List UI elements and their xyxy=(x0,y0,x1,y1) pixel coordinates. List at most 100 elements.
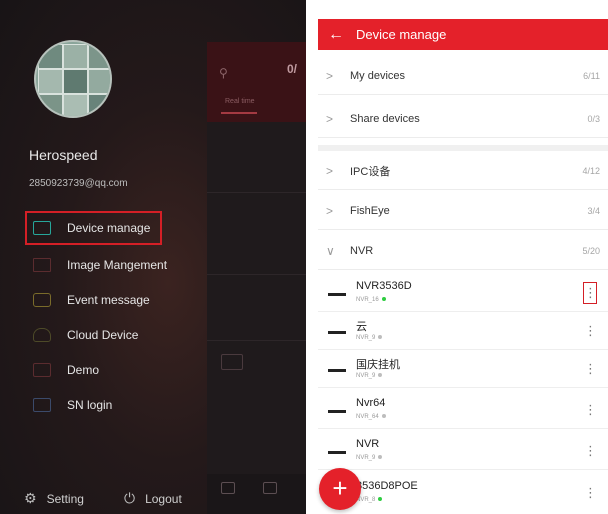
menu-item-label: Cloud Device xyxy=(67,328,139,342)
section-separator xyxy=(318,145,608,151)
group-nvr[interactable]: ∨ NVR 5/20 xyxy=(318,232,608,270)
device-channel: NVR_64 xyxy=(356,414,386,420)
device-name: NVR xyxy=(356,438,380,450)
more-options-icon[interactable]: ⋮ xyxy=(584,359,597,379)
avatar-tile xyxy=(88,44,110,69)
device-icon xyxy=(328,451,346,454)
status-dot xyxy=(378,455,383,460)
device-row[interactable]: NVR3536D NVR_16 ⋮ xyxy=(318,274,608,312)
menu-item-label: Device manage xyxy=(67,221,151,235)
status-dot xyxy=(378,497,383,502)
demo-icon xyxy=(33,363,51,377)
gear-icon: ⚙ xyxy=(24,490,37,506)
device-channel-label: NVR_16 xyxy=(356,297,379,303)
device-channel: NVR_9 xyxy=(356,335,383,341)
device-manage-screen: ← Device manage > My devices 6/11 > Shar… xyxy=(318,0,608,514)
menu-item-label: SN login xyxy=(67,398,113,412)
avatar[interactable] xyxy=(34,40,112,118)
avatar-tile xyxy=(63,44,88,69)
group-name: My devices xyxy=(350,69,406,82)
device-channel: NVR_9 xyxy=(356,455,383,461)
device-channel: NVR_8 xyxy=(356,497,383,503)
menu-item-sn-login[interactable]: SN login xyxy=(33,390,112,420)
dimmed-tab-underline xyxy=(221,112,257,114)
device-row[interactable]: 云 NVR_9 ⋮ xyxy=(318,312,608,350)
device-icon xyxy=(328,369,346,372)
folder-icon xyxy=(33,221,51,235)
chevron-right-icon: > xyxy=(326,163,334,178)
avatar-tile xyxy=(63,94,88,116)
menu-item-cloud-device[interactable]: Cloud Device xyxy=(33,320,138,350)
chevron-down-icon: ∨ xyxy=(326,243,335,258)
setting-label: Setting xyxy=(46,491,84,506)
back-arrow-icon[interactable]: ← xyxy=(322,26,350,44)
device-channel: NVR_9 xyxy=(356,373,383,379)
chevron-right-icon: > xyxy=(326,68,334,83)
group-count: 5/20 xyxy=(582,245,600,256)
menu-item-image-management[interactable]: Image Mangement xyxy=(33,250,167,280)
status-dot xyxy=(378,373,383,378)
dimmed-nav-icon xyxy=(221,482,235,494)
menu-item-label: Image Mangement xyxy=(67,258,168,272)
device-name: 国庆挂机 xyxy=(356,359,400,371)
group-name: NVR xyxy=(350,244,374,257)
avatar-tile xyxy=(38,44,63,69)
group-share-devices[interactable]: > Share devices 0/3 xyxy=(318,100,608,138)
avatar-tile xyxy=(38,94,63,116)
group-count: 3/4 xyxy=(587,205,600,216)
chevron-right-icon: > xyxy=(326,203,334,218)
menu-item-label: Demo xyxy=(67,363,100,377)
group-count: 6/11 xyxy=(583,70,600,81)
search-icon: ⚲ xyxy=(219,66,228,80)
more-options-icon[interactable]: ⋮ xyxy=(584,321,597,341)
group-fisheye[interactable]: > FishEye 3/4 xyxy=(318,192,608,230)
dimmed-tab-label: Real time xyxy=(225,98,255,105)
device-icon xyxy=(328,410,346,413)
dimmed-divider xyxy=(207,192,306,193)
dimmed-header: ⚲ 0/ Real time xyxy=(207,42,306,122)
device-name: Nvr64 xyxy=(356,397,386,409)
device-name: 3536D8POE xyxy=(356,480,418,492)
menu-item-event-message[interactable]: Event message xyxy=(33,285,150,315)
group-my-devices[interactable]: > My devices 6/11 xyxy=(318,57,608,95)
more-options-icon[interactable]: ⋮ xyxy=(584,441,597,461)
add-device-button[interactable]: + xyxy=(319,468,361,510)
device-icon xyxy=(328,293,346,296)
group-count: 4/12 xyxy=(582,165,600,176)
device-row[interactable]: NVR NVR_9 ⋮ xyxy=(318,432,608,470)
group-name: IPC设备 xyxy=(350,165,391,178)
dimmed-count: 0/ xyxy=(287,62,298,76)
avatar-tile xyxy=(38,69,63,94)
status-dot xyxy=(381,414,386,419)
menu-item-device-manage[interactable]: Device manage xyxy=(24,211,163,245)
device-row[interactable]: Nvr64 NVR_64 ⋮ xyxy=(318,391,608,429)
avatar-tile xyxy=(88,94,110,116)
page-title: Device manage xyxy=(356,27,447,42)
status-dot xyxy=(381,297,386,302)
event-icon xyxy=(33,293,51,307)
dimmed-nav-icon xyxy=(263,482,277,494)
more-options-icon[interactable]: ⋮ xyxy=(583,282,597,304)
avatar-tile xyxy=(88,69,110,94)
logout-button[interactable]: ⏻ Logout xyxy=(124,490,182,507)
more-options-icon[interactable]: ⋮ xyxy=(584,400,597,420)
dimmed-bottom-bar xyxy=(207,474,306,514)
menu-item-demo[interactable]: Demo xyxy=(33,355,99,385)
device-row[interactable]: 3536D8POE NVR_8 ⋮ xyxy=(318,474,608,512)
device-icon xyxy=(328,331,346,334)
device-channel: NVR_16 xyxy=(356,297,386,303)
more-options-icon[interactable]: ⋮ xyxy=(584,483,597,503)
avatar-tile xyxy=(63,69,88,94)
status-dot xyxy=(378,335,383,340)
device-channel-label: NVR_9 xyxy=(356,373,376,379)
image-icon xyxy=(33,258,51,272)
group-ipc[interactable]: > IPC设备 4/12 xyxy=(318,152,608,190)
dimmed-divider xyxy=(207,340,306,341)
power-icon: ⏻ xyxy=(124,490,136,506)
group-name: FishEye xyxy=(350,204,390,217)
group-name: Share devices xyxy=(350,112,420,125)
device-row[interactable]: 国庆挂机 NVR_9 ⋮ xyxy=(318,350,608,388)
device-channel-label: NVR_9 xyxy=(356,455,376,461)
sn-icon xyxy=(33,398,51,412)
setting-button[interactable]: ⚙ Setting xyxy=(24,490,84,507)
